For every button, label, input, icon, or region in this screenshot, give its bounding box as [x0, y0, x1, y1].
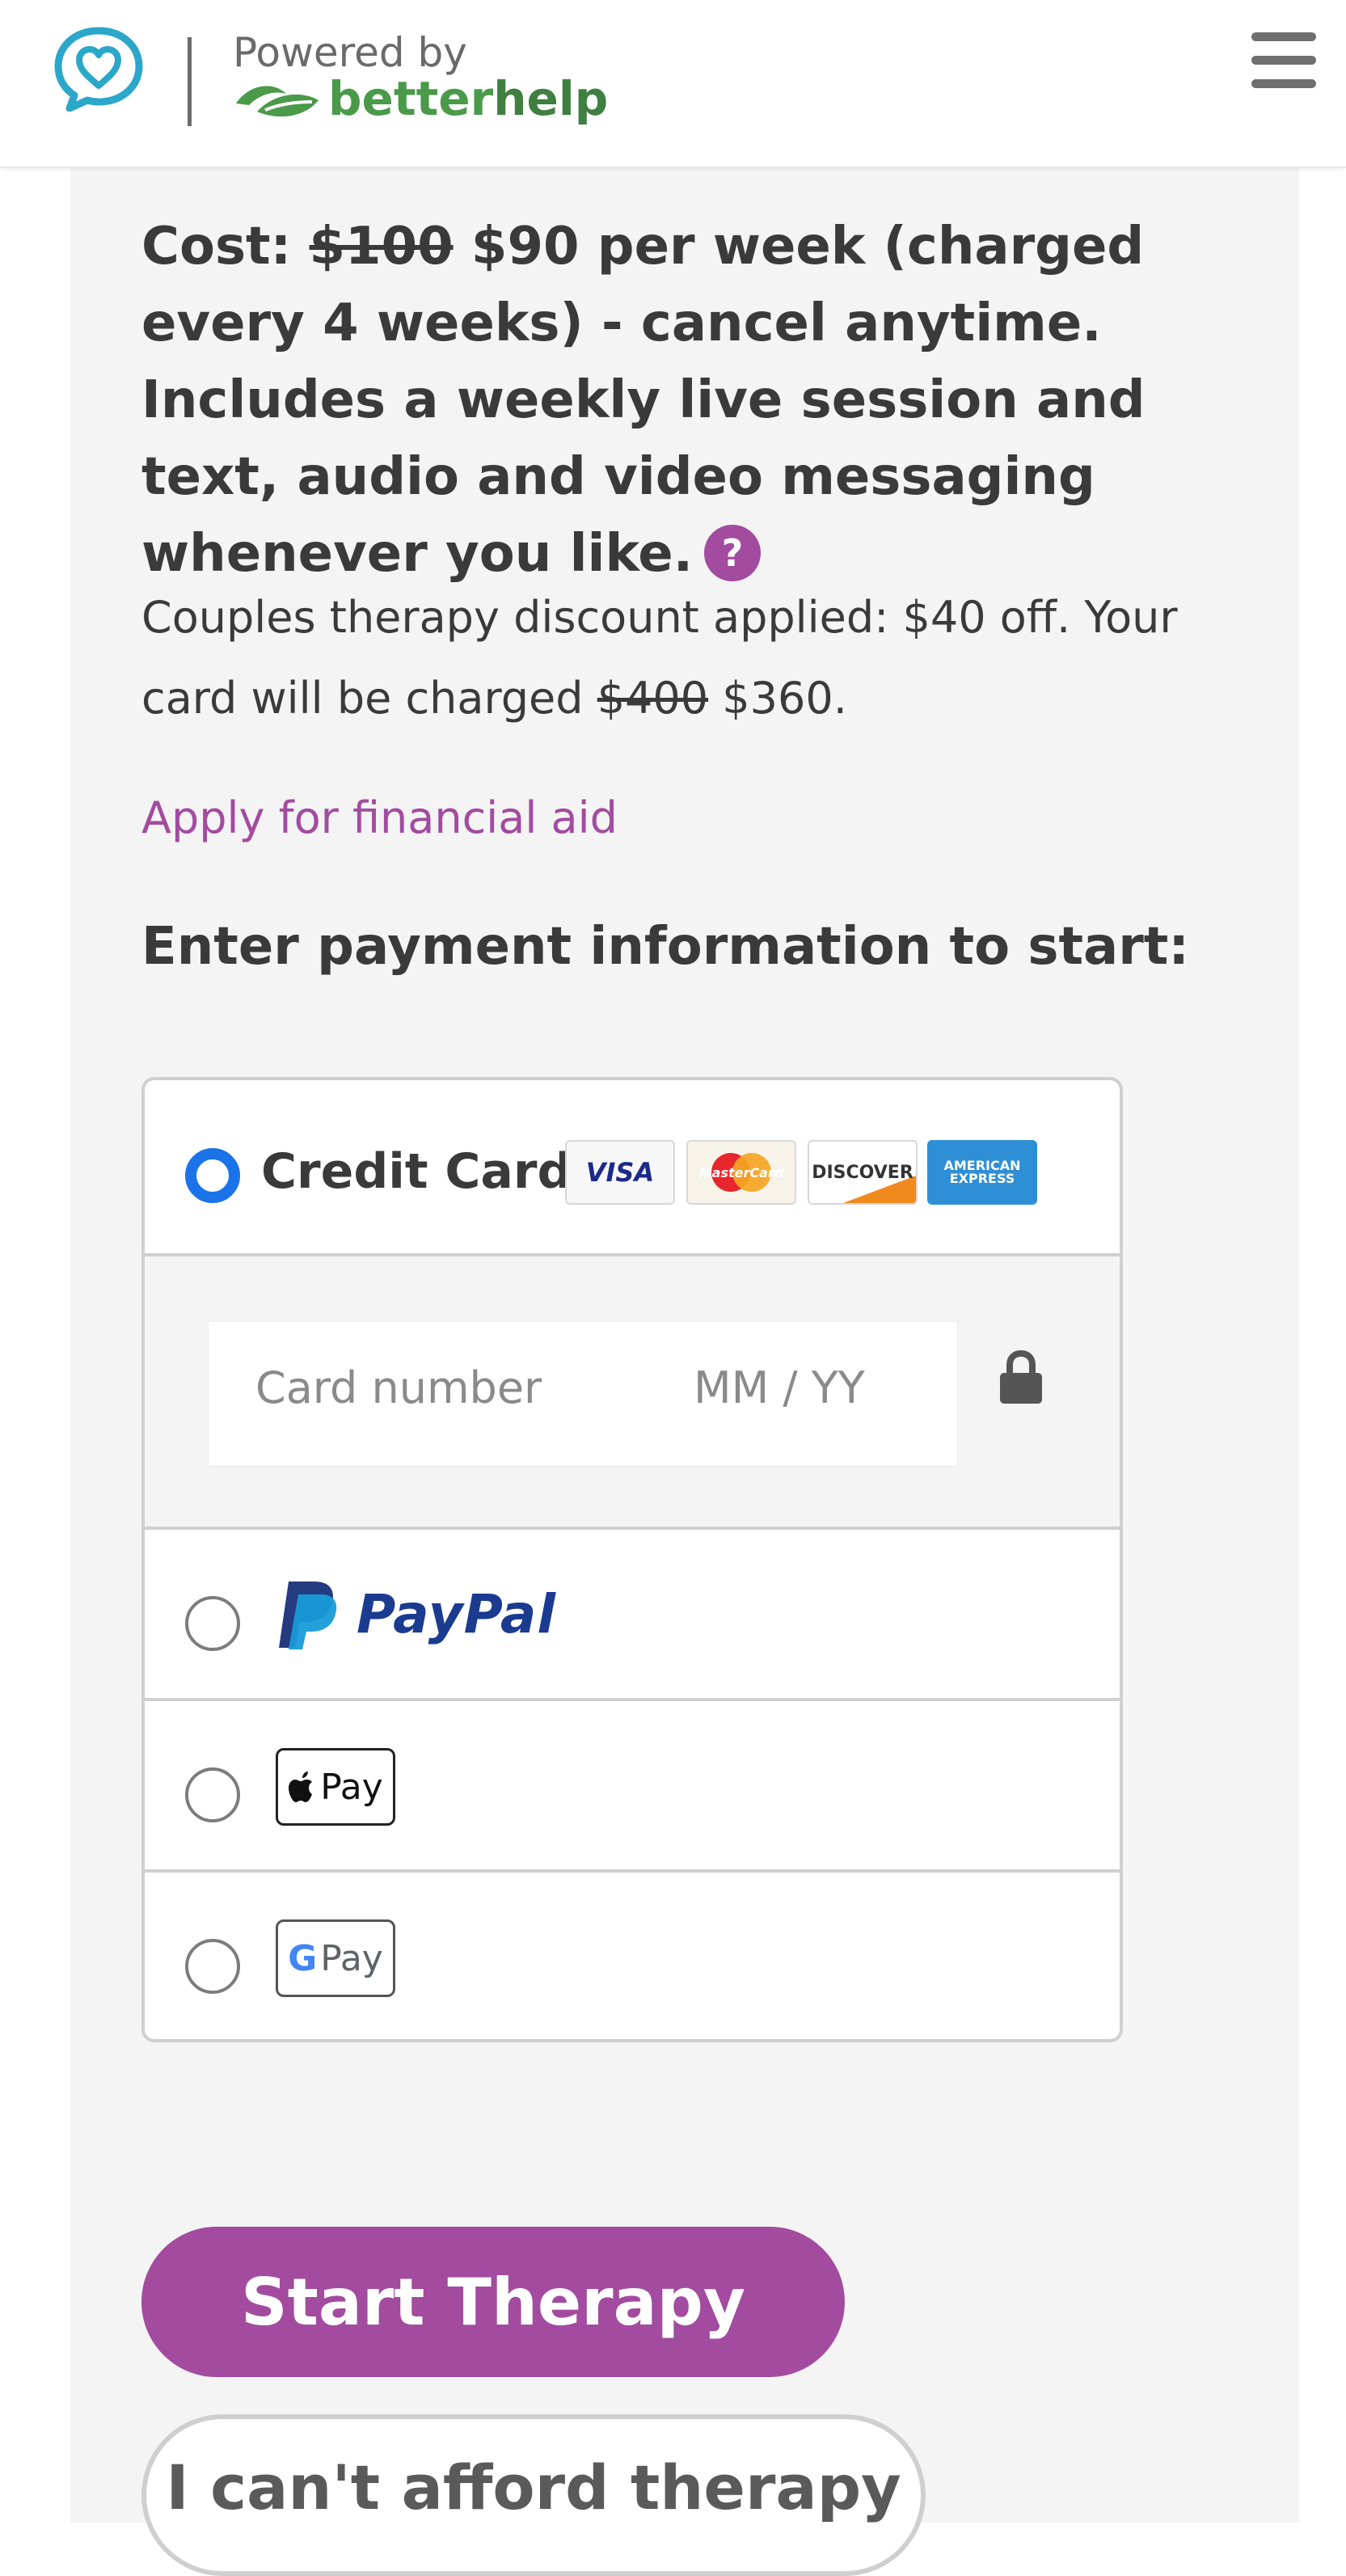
card-details-section: Card number MM / YY: [145, 1256, 1120, 1530]
credit-card-label: Credit Card: [261, 1143, 572, 1200]
cost-old-price: $100: [309, 217, 454, 277]
visa-logo: VISA: [565, 1140, 675, 1205]
payment-option-paypal[interactable]: PayPal: [145, 1530, 1120, 1701]
powered-by-text: Powered by: [233, 29, 467, 76]
cost-prefix: Cost:: [141, 217, 292, 277]
credit-card-radio[interactable]: [185, 1148, 240, 1203]
apple-pay-text: Pay: [320, 1766, 383, 1808]
payment-option-credit-card[interactable]: Credit Card VISA MasterCard DISCOVER AME…: [145, 1080, 1120, 1256]
card-input-field[interactable]: Card number MM / YY: [208, 1321, 958, 1467]
cant-afford-therapy-button[interactable]: I can't afford therapy: [141, 2414, 926, 2576]
paypal-radio[interactable]: [185, 1596, 240, 1651]
lock-icon: [1000, 1350, 1042, 1404]
discover-logo: DISCOVER: [808, 1140, 918, 1205]
financial-aid-link[interactable]: Apply for financial aid: [141, 792, 618, 843]
payment-title: Enter payment information to start:: [141, 917, 1189, 977]
start-therapy-button[interactable]: Start Therapy: [141, 2227, 845, 2377]
checkout-panel: Cost: $100 $90 per week (charged every 4…: [70, 167, 1299, 2576]
menu-button[interactable]: [1251, 32, 1316, 91]
card-number-input[interactable]: Card number: [255, 1362, 542, 1413]
paypal-icon: [279, 1581, 337, 1649]
mastercard-icon: MasterCard: [699, 1153, 784, 1192]
logo-divider: [188, 37, 192, 126]
question-icon[interactable]: ?: [704, 525, 761, 581]
payment-methods: Credit Card VISA MasterCard DISCOVER AME…: [141, 1077, 1123, 2042]
discount-text: Couples therapy discount applied: $40 of…: [141, 577, 1257, 739]
google-pay-badge: G Pay: [276, 1919, 395, 1997]
discount-old-amount: $400: [597, 673, 709, 724]
cost-description: Cost: $100 $90 per week (charged every 4…: [141, 209, 1257, 593]
amex-logo: AMERICAN EXPRESS: [927, 1140, 1037, 1205]
menu-icon: [1251, 32, 1316, 88]
google-pay-radio[interactable]: [185, 1939, 240, 1994]
mastercard-text: MasterCard: [699, 1165, 784, 1180]
leaf-icon: [236, 86, 319, 117]
google-pay-text: Pay: [320, 1937, 383, 1979]
paypal-text: PayPal: [357, 1583, 556, 1645]
discount-new-amount: $360.: [722, 673, 847, 724]
expiry-input[interactable]: MM / YY: [694, 1362, 865, 1413]
heart-chat-logo-icon[interactable]: [52, 24, 146, 112]
mastercard-logo: MasterCard: [686, 1140, 796, 1205]
discover-text: DISCOVER: [812, 1162, 914, 1183]
apple-icon: [289, 1772, 313, 1802]
header: Powered by betterhelp: [0, 0, 1346, 168]
apple-pay-radio[interactable]: [185, 1767, 240, 1822]
amex-text-line2: EXPRESS: [949, 1171, 1015, 1186]
cost-text: $90 per week (charged every 4 weeks) - c…: [141, 217, 1146, 584]
google-icon: G: [288, 1937, 318, 1979]
brand-name: betterhelp: [328, 71, 608, 126]
payment-option-apple-pay[interactable]: Pay: [145, 1701, 1120, 1873]
apple-pay-badge: Pay: [276, 1748, 395, 1826]
brand-part-help: help: [493, 71, 609, 126]
brand-part-better: better: [328, 71, 494, 126]
payment-option-google-pay[interactable]: G Pay: [145, 1873, 1120, 2039]
